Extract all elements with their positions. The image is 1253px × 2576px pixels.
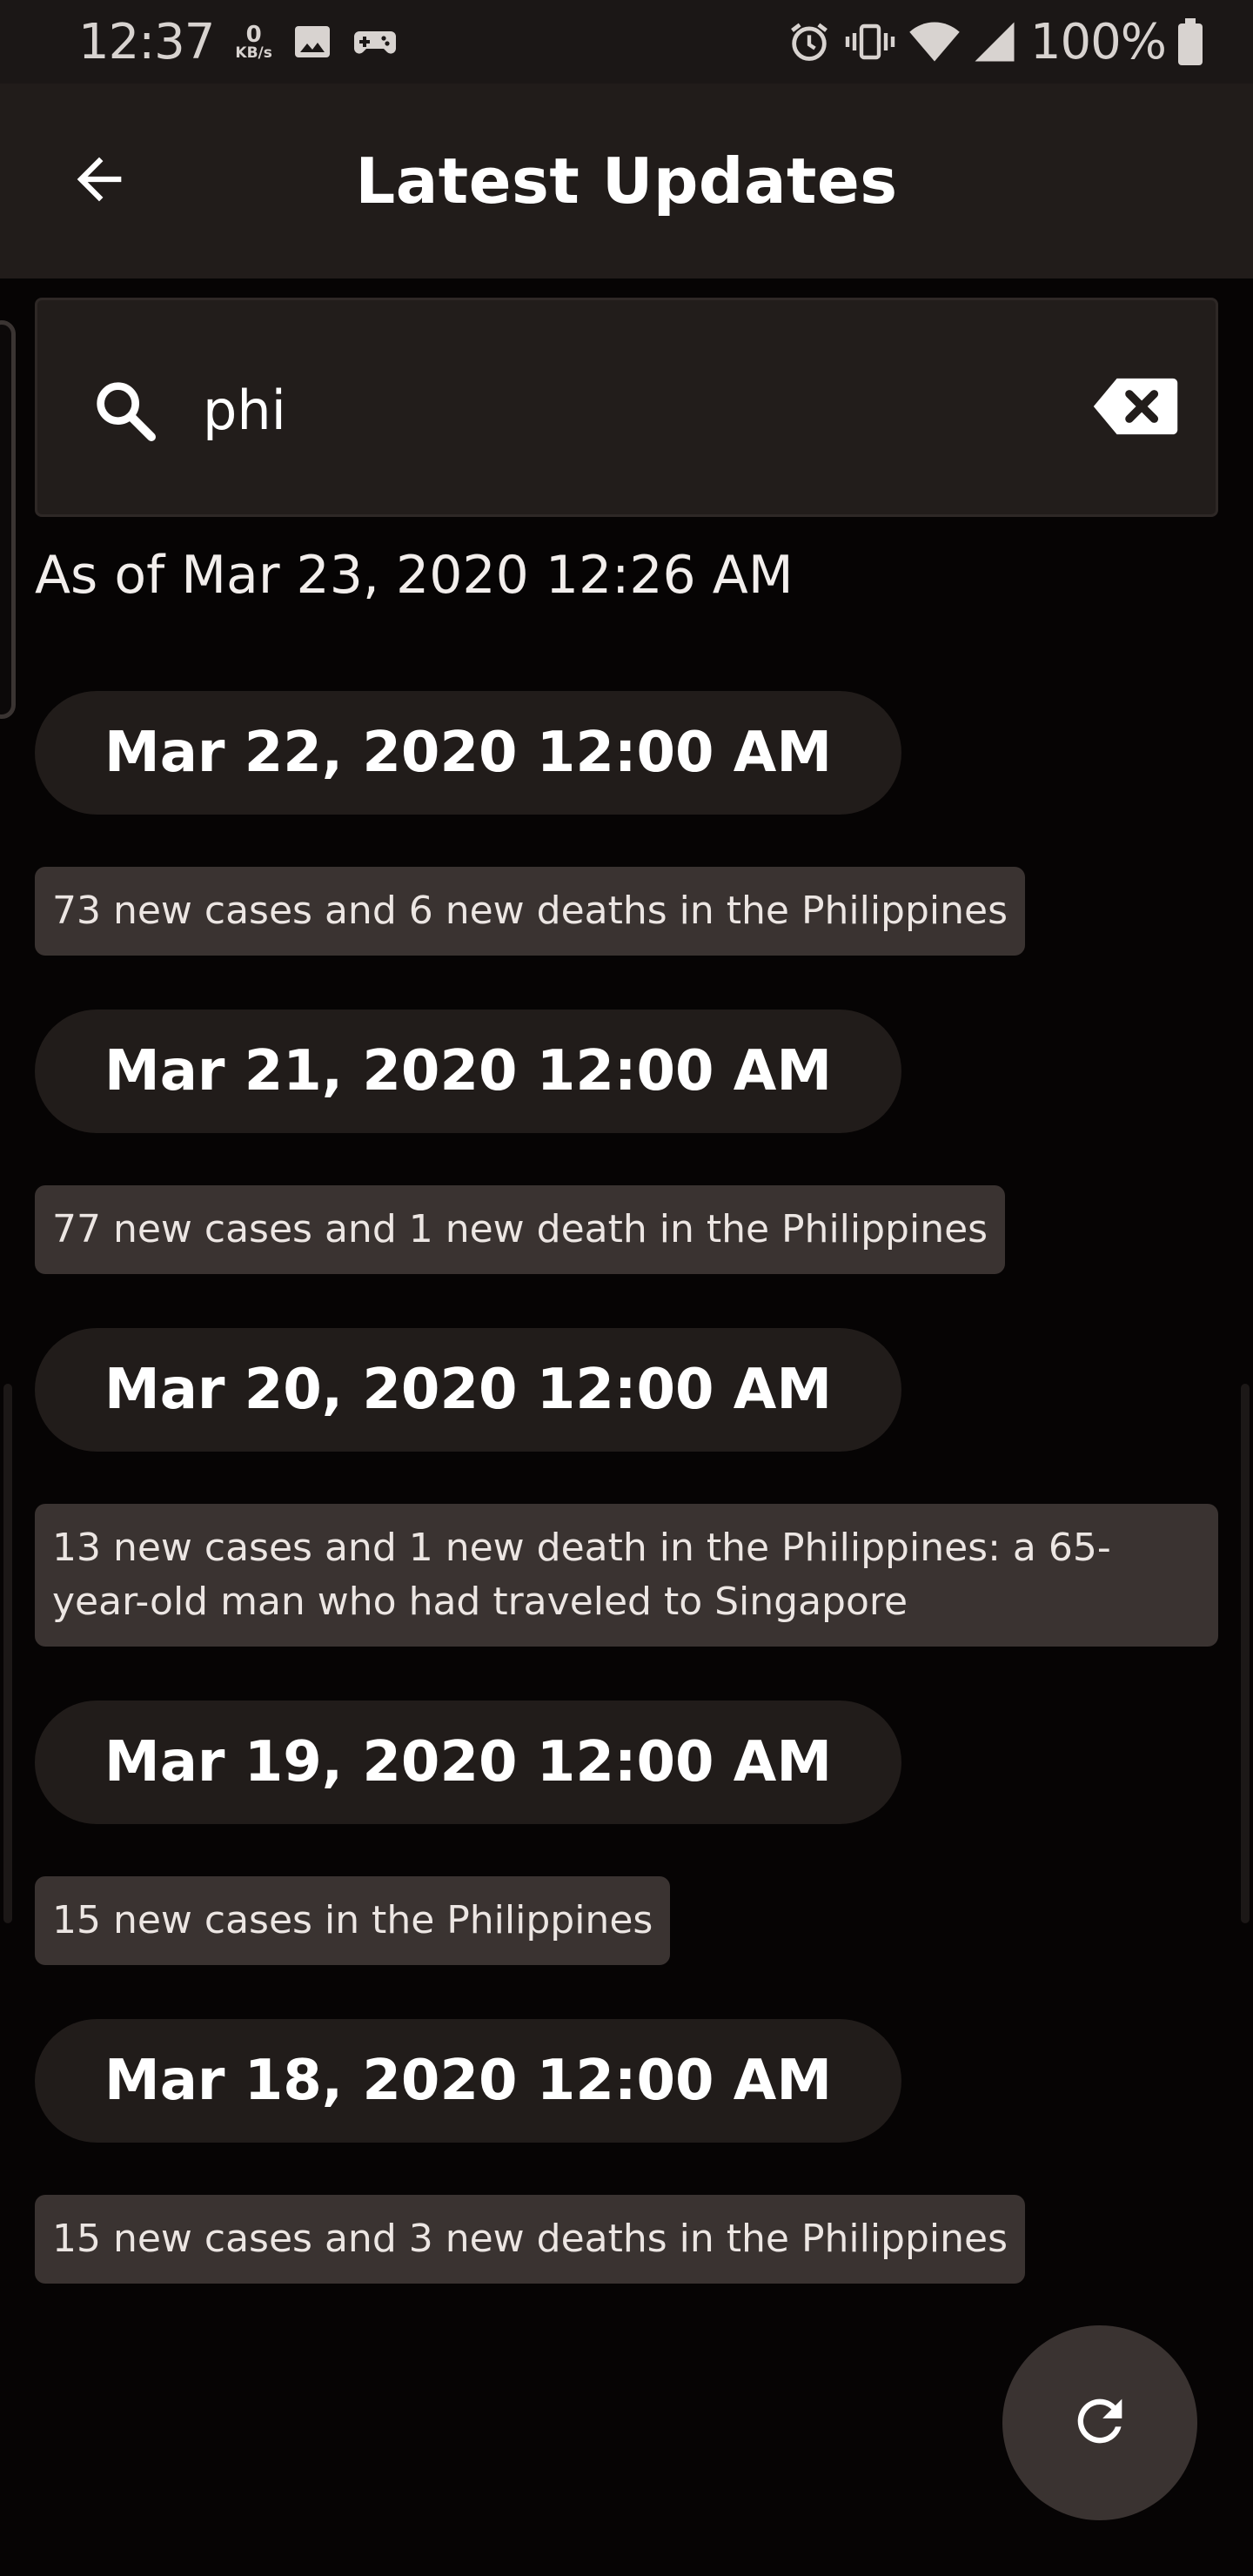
status-bar: 12:37 0 KB/s 100% xyxy=(0,0,1253,84)
alarm-icon xyxy=(787,19,832,64)
left-scroll-track xyxy=(3,1384,12,1923)
app-bar: Latest Updates xyxy=(0,84,1253,278)
as-of-timestamp: As of Mar 23, 2020 12:26 AM xyxy=(35,545,794,606)
scrollbar[interactable] xyxy=(1241,1384,1250,1923)
refresh-button[interactable] xyxy=(1002,2325,1197,2520)
update-date: Mar 20, 2020 12:00 AM xyxy=(35,1328,901,1452)
refresh-icon xyxy=(1067,2388,1133,2458)
cell-signal-icon xyxy=(973,20,1016,64)
vibrate-icon xyxy=(844,21,896,63)
update-item: Mar 22, 2020 12:00 AM 73 new cases and 6… xyxy=(35,691,1218,956)
network-speed-unit: KB/s xyxy=(235,44,272,62)
page-title: Latest Updates xyxy=(355,144,898,218)
search-input[interactable] xyxy=(203,366,1073,453)
network-speed: 0 KB/s xyxy=(235,23,271,61)
update-item: Mar 19, 2020 12:00 AM 15 new cases in th… xyxy=(35,1701,1218,1965)
update-date: Mar 22, 2020 12:00 AM xyxy=(35,691,901,815)
status-time: 12:37 xyxy=(78,13,215,70)
updates-list: Mar 22, 2020 12:00 AM 73 new cases and 6… xyxy=(35,691,1218,2338)
update-text[interactable]: 73 new cases and 6 new deaths in the Phi… xyxy=(35,867,1026,956)
back-button[interactable] xyxy=(54,136,144,226)
update-item: Mar 18, 2020 12:00 AM 15 new cases and 3… xyxy=(35,2019,1218,2284)
wifi-icon xyxy=(908,20,961,64)
update-text[interactable]: 77 new cases and 1 new death in the Phil… xyxy=(35,1185,1006,1274)
game-controller-icon xyxy=(352,21,398,63)
network-speed-value: 0 xyxy=(245,21,262,48)
update-date: Mar 19, 2020 12:00 AM xyxy=(35,1701,901,1824)
backspace-clear-icon xyxy=(1092,375,1179,441)
update-item: Mar 21, 2020 12:00 AM 77 new cases and 1… xyxy=(35,1010,1218,1274)
update-date: Mar 18, 2020 12:00 AM xyxy=(35,2019,901,2143)
image-icon xyxy=(291,21,333,63)
status-right: 100% xyxy=(774,14,1203,70)
clear-search-button[interactable] xyxy=(1090,372,1181,445)
battery-percent: 100% xyxy=(1029,13,1167,70)
battery-icon xyxy=(1178,18,1203,65)
drawer-edge-handle[interactable] xyxy=(0,320,16,719)
update-text[interactable]: 15 new cases in the Philippines xyxy=(35,1876,671,1965)
update-date: Mar 21, 2020 12:00 AM xyxy=(35,1010,901,1133)
update-text[interactable]: 15 new cases and 3 new deaths in the Phi… xyxy=(35,2195,1026,2284)
arrow-left-icon xyxy=(66,146,132,216)
update-text[interactable]: 13 new cases and 1 new death in the Phil… xyxy=(35,1504,1218,1647)
search-box xyxy=(35,298,1218,517)
search-icon xyxy=(86,372,164,450)
update-item: Mar 20, 2020 12:00 AM 13 new cases and 1… xyxy=(35,1328,1218,1647)
screen: 12:37 0 KB/s 100% Latest Updates phi As … xyxy=(0,0,1253,2576)
